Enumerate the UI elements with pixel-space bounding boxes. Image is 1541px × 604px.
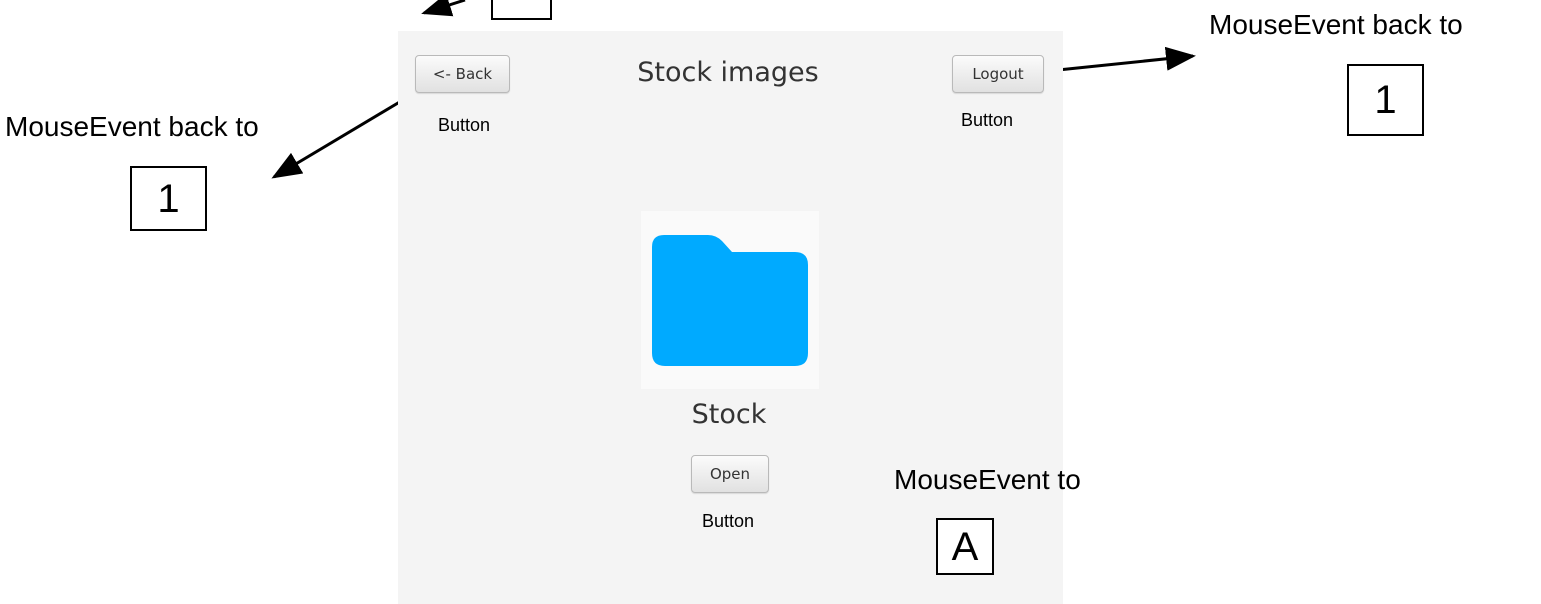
page-title: Stock images — [637, 57, 819, 88]
back-arrow — [271, 95, 409, 179]
logout-event-label: MouseEvent back to — [1209, 9, 1463, 40]
top-cutoff-arrow — [421, 0, 466, 17]
logout-button[interactable]: Logout — [952, 55, 1044, 93]
back-event-label: MouseEvent back to — [5, 111, 259, 142]
top-cutoff-box — [491, 0, 552, 20]
back-button-type-label: Button — [438, 115, 491, 135]
folder-icon — [652, 235, 808, 366]
logout-button-type-label: Button — [961, 110, 1014, 130]
open-button[interactable]: Open — [691, 455, 769, 493]
back-button[interactable]: <- Back — [415, 55, 510, 93]
open-target-state-box: A — [936, 518, 994, 575]
folder-label: Stock — [691, 399, 767, 430]
back-target-state-box: 1 — [130, 166, 207, 231]
stock-folder-tile[interactable] — [641, 211, 819, 389]
logout-arrow — [1057, 46, 1196, 72]
logout-target-state-box: 1 — [1347, 64, 1424, 136]
open-event-label: MouseEvent to — [894, 464, 1081, 495]
open-button-type-label: Button — [702, 511, 755, 531]
